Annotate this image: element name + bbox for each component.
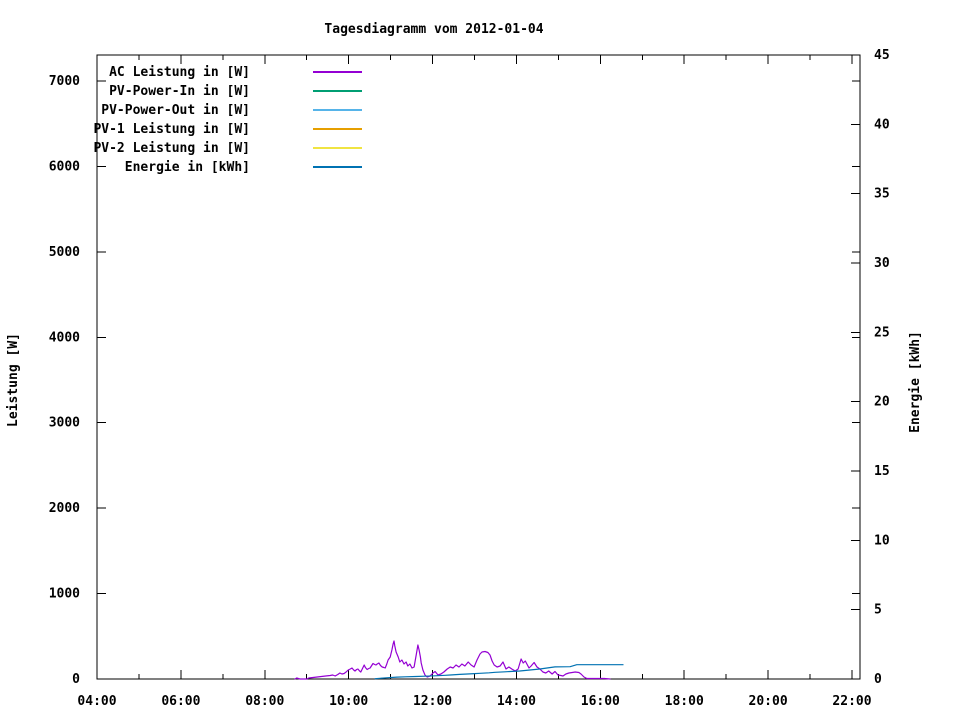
x-tick-label: 22:00 (832, 694, 871, 709)
y2-tick-label: 30 (874, 256, 890, 271)
legend-label: PV-2 Leistung in [W] (93, 141, 250, 156)
y2-tick-label: 15 (874, 464, 890, 479)
legend-entry: PV-1 Leistung in [W] (93, 122, 362, 137)
y1-tick-label: 1000 (49, 587, 80, 602)
y1-tick-label: 7000 (49, 74, 80, 89)
tagesdiagramm-chart: 04:00 06:00 08:00 10:00 12:00 14:00 16:00 18:00… (6, 22, 923, 709)
legend-entry: Energie in [kWh] (125, 160, 362, 175)
x-tick-label: 12:00 (413, 694, 452, 709)
y1-tick-label: 0 (72, 672, 80, 687)
legend: AC Leistung in [W] PV-Power-In in [W] PV-P… (93, 65, 362, 175)
ylabel-left: Leistung [W] (6, 333, 21, 427)
legend-label: PV-Power-Out in [W] (101, 103, 250, 118)
y1-tick-label: 2000 (49, 501, 80, 516)
y2-tick-label: 45 (874, 48, 890, 63)
x-tick-label: 16:00 (581, 694, 620, 709)
x-tick-label: 04:00 (77, 694, 116, 709)
legend-label: PV-1 Leistung in [W] (93, 122, 250, 137)
data-series (294, 640, 624, 680)
x-tick-label: 14:00 (497, 694, 536, 709)
x-tick-label: 18:00 (665, 694, 704, 709)
legend-label: AC Leistung in [W] (109, 65, 250, 80)
y2-tick-label: 20 (874, 395, 890, 410)
legend-entry: AC Leistung in [W] (109, 65, 362, 80)
y2-tick-label: 5 (874, 603, 882, 618)
y2-tick-label: 40 (874, 117, 890, 132)
x-tick-label: 08:00 (245, 694, 284, 709)
y1-tick-label: 5000 (49, 245, 80, 260)
y2-tick-label: 25 (874, 325, 890, 340)
series-ac-leistung-in-w (294, 640, 611, 680)
y2-tick-label: 35 (874, 187, 890, 202)
legend-label: PV-Power-In in [W] (109, 84, 250, 99)
legend-entry: PV-Power-Out in [W] (101, 103, 362, 118)
y1-tick-label: 3000 (49, 416, 80, 431)
y2-tick-label: 10 (874, 533, 890, 548)
y1-tick-label: 4000 (49, 330, 80, 345)
legend-label: Energie in [kWh] (125, 160, 250, 175)
ylabel-right: Energie [kWh] (908, 331, 923, 433)
chart-title: Tagesdiagramm vom 2012-01-04 (324, 22, 543, 37)
legend-entry: PV-Power-In in [W] (109, 84, 362, 99)
x-tick-label: 06:00 (161, 694, 200, 709)
x-tick-label: 20:00 (749, 694, 788, 709)
y2-tick-label: 0 (874, 672, 882, 687)
x-tick-label: 10:00 (329, 694, 368, 709)
y1-tick-label: 6000 (49, 159, 80, 174)
chart-canvas: 04:00 06:00 08:00 10:00 12:00 14:00 16:00 18:00… (0, 0, 960, 720)
legend-entry: PV-2 Leistung in [W] (93, 141, 362, 156)
